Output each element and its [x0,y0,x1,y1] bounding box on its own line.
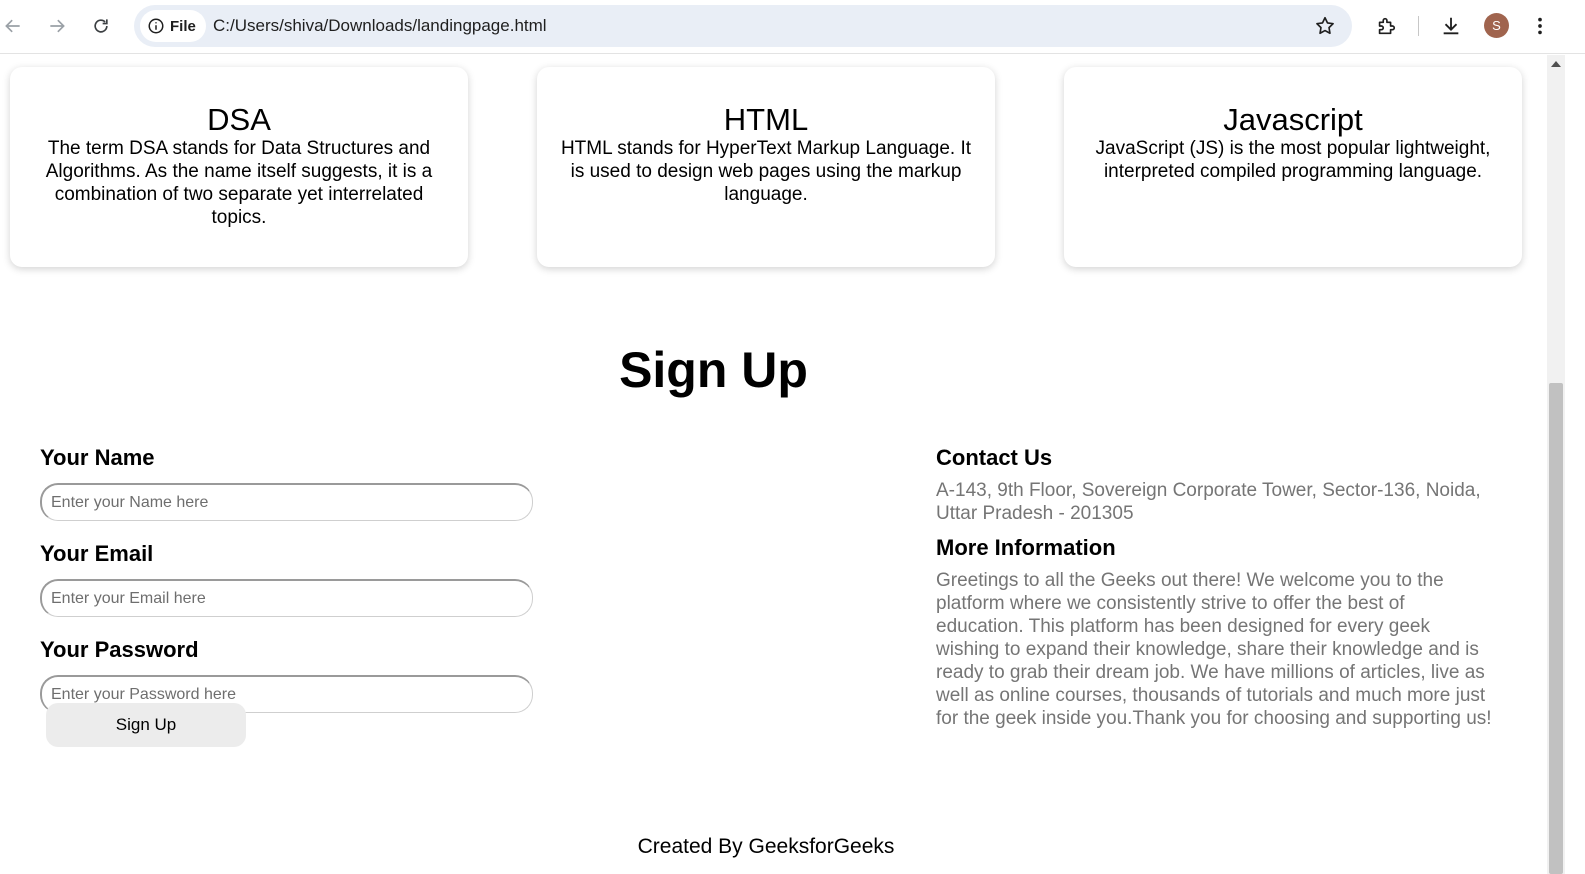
page-content: DSA The term DSA stands for Data Structu… [0,55,1547,874]
name-label: Your Name [40,445,155,470]
site-info-chip[interactable]: File [140,10,206,42]
more-info-text: Greetings to all the Geeks out there! We… [936,570,1492,729]
address-bar[interactable]: File C:/Users/shiva/Downloads/landingpag… [134,5,1352,47]
name-input[interactable] [40,483,533,521]
reload-button[interactable] [85,10,117,42]
contact-address: A-143, 9th Floor, Sovereign Corporate To… [936,480,1481,524]
contact-heading: Contact Us [936,445,1053,470]
site-chip-label: File [170,17,196,35]
footer-credit: Created By GeeksforGeeks [637,835,895,858]
card-dsa: DSA The term DSA stands for Data Structu… [10,67,468,267]
password-label: Your Password [40,637,199,662]
browser-toolbar: File C:/Users/shiva/Downloads/landingpag… [0,0,1585,54]
scroll-up-arrow-icon[interactable] [1551,61,1561,67]
email-label: Your Email [40,541,154,566]
signup-button[interactable]: Sign Up [46,703,246,747]
signup-form: Your Name Your Email Your Password Sign … [40,445,540,747]
card-text: HTML stands for HyperText Markup Languag… [560,138,972,205]
profile-avatar[interactable]: S [1484,13,1509,38]
extensions-button[interactable] [1373,12,1399,40]
card-html: HTML HTML stands for HyperText Markup La… [537,67,995,267]
kebab-menu-icon [1538,17,1542,35]
puzzle-icon [1378,17,1396,35]
url-text[interactable]: C:/Users/shiva/Downloads/landingpage.htm… [213,16,547,36]
contact-section: Contact Us A-143, 9th Floor, Sovereign C… [936,445,1496,730]
browser-menu-button[interactable] [1527,12,1553,40]
info-icon [148,18,164,34]
card-title: DSA [207,102,271,137]
card-text: JavaScript (JS) is the most popular ligh… [1095,138,1491,182]
more-info-heading: More Information [936,535,1116,560]
back-button[interactable] [0,10,29,42]
bookmark-star-icon[interactable] [1314,15,1336,37]
card-title: HTML [723,102,809,137]
toolbar-separator [1418,16,1419,36]
card-title: Javascript [1223,102,1363,137]
card-javascript: Javascript JavaScript (JS) is the most p… [1064,67,1522,267]
email-input[interactable] [40,579,533,617]
forward-arrow-icon [50,19,65,33]
download-icon [1443,17,1459,35]
scrollbar-thumb[interactable] [1549,383,1563,874]
downloads-button[interactable] [1438,12,1464,40]
back-arrow-icon [5,19,20,33]
signup-title: Sign Up [619,342,808,398]
reload-icon [94,19,108,33]
page-scrollbar[interactable] [1547,55,1565,874]
card-text: The term DSA stands for Data Structures … [45,138,433,228]
forward-button[interactable] [41,10,73,42]
